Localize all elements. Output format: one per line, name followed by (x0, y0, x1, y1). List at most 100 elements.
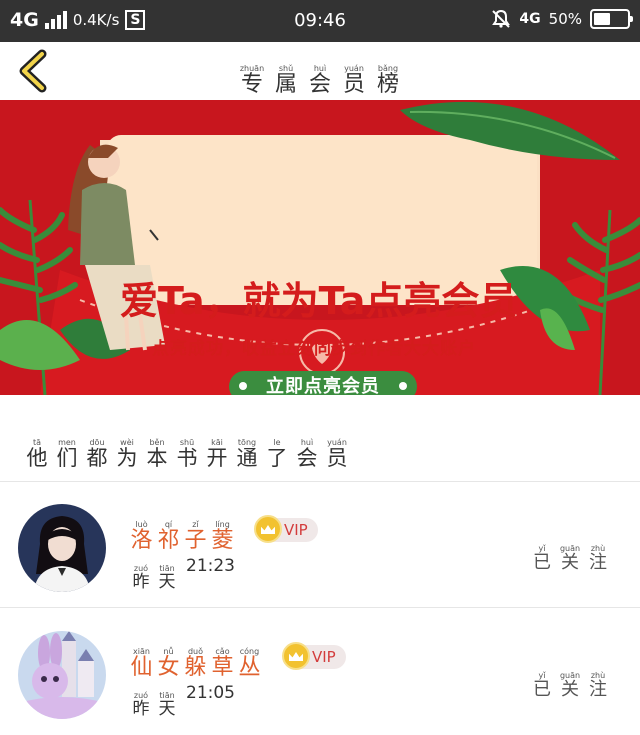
pinyin-char: le 了 (262, 438, 292, 469)
vip-badge: VIP (254, 515, 318, 543)
hanzi: 员 (326, 446, 348, 470)
banner-headline: 爱Ta，就为Ta点亮会员 (120, 279, 518, 323)
pinyin-char: huì 会 (303, 64, 337, 96)
hanzi: 关 (561, 679, 579, 700)
network-type-right: 4G (519, 11, 541, 27)
hanzi: 已 (533, 679, 551, 700)
pinyin-char: luò 洛 (128, 520, 155, 552)
pinyin-char: zuó 昨 (128, 691, 154, 718)
pinyin-char: duǒ 躲 (182, 647, 209, 679)
hanzi: 昨 (132, 572, 150, 592)
pinyin-char: guān 关 (556, 671, 584, 699)
battery-percent: 50% (548, 10, 582, 28)
hanzi: 书 (176, 446, 198, 470)
hanzi: 菱 (211, 528, 234, 553)
pinyin-char: qí 祁 (155, 520, 182, 552)
pinyin-char: men 们 (52, 438, 82, 469)
hanzi: 属 (274, 72, 297, 97)
hanzi: 女 (157, 655, 180, 680)
hanzi: 洛 (130, 528, 153, 553)
avatar[interactable] (18, 504, 106, 592)
divider (0, 607, 640, 608)
title-chars: zhuān 专 shǔ 属 huì 会 yuán 员 bǎng 榜 (235, 64, 405, 96)
pinyin-char: cóng 丛 (236, 647, 263, 679)
hanzi: 通 (236, 446, 258, 470)
member-name[interactable]: luò 洛 qí 祁 zǐ 子 líng 菱 (128, 512, 236, 552)
pinyin-char: shǔ 属 (269, 64, 303, 96)
pinyin-char: běn 本 (142, 438, 172, 469)
banner-subline: 点亮成功，收益立刻同步到作者大大账户 (152, 339, 476, 359)
pinyin-char: xiān 仙 (128, 647, 155, 679)
pinyin-char: líng 菱 (209, 520, 236, 552)
followed-button[interactable]: yǐ 已 guān 关 zhù 注 (528, 663, 612, 699)
divider (0, 481, 640, 482)
crown-icon (254, 515, 282, 543)
pinyin-char: yǐ 已 (528, 671, 556, 699)
member-time: zuó 昨 tiān 天 21:23 (128, 556, 236, 591)
section-title: tā 他 men 们 dōu 都 wèi 为 běn 本 shū 书 kāi 开 tōng 通 le 了 huì 会 y… (22, 430, 352, 469)
hanzi: 榜 (376, 72, 399, 97)
hanzi: 仙 (130, 655, 153, 680)
header: zhuān 专 shǔ 属 huì 会 yuán 员 bǎng 榜 (0, 42, 640, 100)
hanzi: 们 (56, 446, 78, 470)
member-row[interactable]: xiān 仙 nǚ 女 duǒ 躲 cǎo 草 cóng 丛 VIP zuó 昨 tiān 天 21:05… (0, 611, 640, 735)
pinyin-char: zǐ 子 (182, 520, 209, 552)
pinyin-char: zhuān 专 (235, 64, 269, 96)
bell-muted-icon (492, 9, 511, 28)
hanzi: 本 (146, 446, 168, 470)
followed-button[interactable]: yǐ 已 guān 关 zhù 注 (528, 536, 612, 572)
member-row[interactable]: luò 洛 qí 祁 zǐ 子 líng 菱 VIP zuó 昨 tiān 天 21:23 yǐ 已 gu… (0, 484, 640, 608)
avatar[interactable] (18, 631, 106, 719)
hanzi: 注 (589, 552, 607, 573)
hanzi: 丛 (238, 655, 261, 680)
battery-icon (590, 9, 633, 29)
pinyin-char: guān 关 (556, 544, 584, 572)
pinyin-char: yuán 员 (322, 438, 352, 469)
pinyin-char: bǎng 榜 (371, 64, 405, 96)
hanzi: 员 (342, 72, 365, 97)
pinyin-char: zuó 昨 (128, 564, 154, 591)
pinyin-char: kāi 开 (202, 438, 232, 469)
hanzi: 会 (308, 72, 331, 97)
pinyin-char: dōu 都 (82, 438, 112, 469)
hanzi: 都 (86, 446, 108, 470)
hanzi: 开 (206, 446, 228, 470)
section-title-chars: tā 他 men 们 dōu 都 wèi 为 běn 本 shū 书 kāi 开 tōng 通 le 了 huì 会 y… (22, 438, 352, 469)
hanzi: 专 (240, 72, 263, 97)
hanzi: 了 (266, 446, 288, 470)
pinyin-char: yuán 员 (337, 64, 371, 96)
promo-banner[interactable]: 爱Ta，就为Ta点亮会员 点亮成功，收益立刻同步到作者大大账户 立即点亮会员 (0, 100, 640, 395)
hanzi: 昨 (132, 699, 150, 719)
hanzi: 为 (116, 446, 138, 470)
vip-badge: VIP (282, 642, 346, 670)
crown-icon (282, 642, 310, 670)
status-bar: 4G 0.4K/s S 09:46 4G 50% (0, 0, 640, 42)
pinyin-char: tōng 通 (232, 438, 262, 469)
hanzi: 他 (26, 446, 48, 470)
hanzi: 躲 (184, 655, 207, 680)
pinyin-char: wèi 为 (112, 438, 142, 469)
hanzi: 子 (184, 528, 207, 553)
member-time: zuó 昨 tiān 天 21:05 (128, 683, 236, 718)
hanzi: 关 (561, 552, 579, 573)
page-title: zhuān 专 shǔ 属 huì 会 yuán 员 bǎng 榜 (0, 56, 640, 96)
hanzi: 天 (158, 699, 176, 719)
pinyin-char: tā 他 (22, 438, 52, 469)
light-up-member-button[interactable]: 立即点亮会员 (229, 371, 417, 395)
pinyin-char: tiān 天 (154, 564, 180, 591)
pinyin-char: huì 会 (292, 438, 322, 469)
hanzi: 祁 (157, 528, 180, 553)
pinyin-char: nǚ 女 (155, 647, 182, 679)
pinyin-char: zhù 注 (584, 544, 612, 572)
hanzi: 草 (211, 655, 234, 680)
hanzi: 天 (158, 572, 176, 592)
pinyin-char: zhù 注 (584, 671, 612, 699)
pinyin-char: cǎo 草 (209, 647, 236, 679)
pinyin-char: yǐ 已 (528, 544, 556, 572)
hanzi: 会 (296, 446, 318, 470)
hanzi: 已 (533, 552, 551, 573)
member-name[interactable]: xiān 仙 nǚ 女 duǒ 躲 cǎo 草 cóng 丛 (128, 639, 263, 679)
pinyin-char: shū 书 (172, 438, 202, 469)
hanzi: 注 (589, 679, 607, 700)
pinyin-char: tiān 天 (154, 691, 180, 718)
